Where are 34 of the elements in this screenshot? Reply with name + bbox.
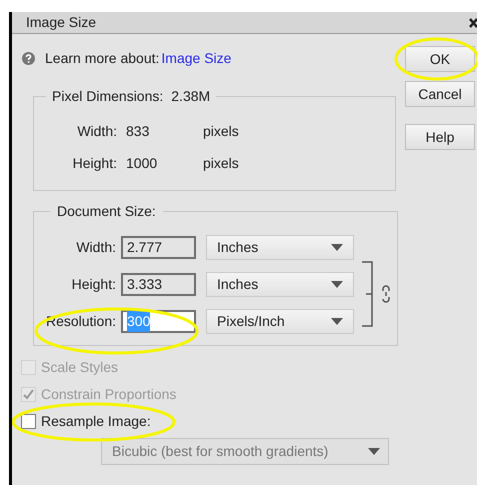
link-bracket-icon[interactable] xyxy=(362,261,392,327)
group-title: Pixel Dimensions: xyxy=(52,87,164,105)
caret-icon xyxy=(331,281,343,288)
unit-dropdown[interactable]: Inches xyxy=(206,235,354,260)
checkbox-label: Resample Image: xyxy=(41,412,151,431)
number-field[interactable]: 3.333 xyxy=(121,273,196,296)
pixel-value: 833 xyxy=(125,122,150,140)
number-field[interactable]: 2.777 xyxy=(121,236,196,259)
field-label: Width: xyxy=(76,122,117,140)
checkbox-label: Scale Styles xyxy=(41,358,118,377)
dialog-button[interactable]: Cancel xyxy=(405,81,475,107)
close-icon[interactable] xyxy=(469,18,477,28)
learn-more-label: Learn more about: xyxy=(45,49,160,68)
caret-icon xyxy=(368,448,380,455)
unit-label: pixels xyxy=(203,154,239,173)
field-label: Width: xyxy=(75,238,116,257)
unit-dropdown[interactable]: Inches xyxy=(206,272,354,297)
field-label: Resolution: xyxy=(44,312,116,331)
field-label: Height: xyxy=(72,154,117,173)
window-title: Image Size xyxy=(26,13,96,32)
caret-icon xyxy=(331,318,343,325)
field-label: Height: xyxy=(70,275,116,294)
unit-label: pixels xyxy=(203,122,239,141)
help-icon[interactable] xyxy=(22,52,35,65)
unit-dropdown[interactable]: Pixels/Inch xyxy=(206,309,354,334)
pixel-value: 1000 xyxy=(125,154,158,172)
group-title: Document Size: xyxy=(57,203,156,219)
dialog-button[interactable]: OK xyxy=(405,46,475,72)
caret-icon xyxy=(331,244,343,251)
help-link[interactable]: Image Size xyxy=(161,48,232,69)
dialog-button[interactable]: Help xyxy=(405,124,475,150)
checkbox[interactable] xyxy=(21,414,36,429)
checkbox-label: Constrain Proportions xyxy=(41,385,176,404)
pixel-dimensions-value: 2.38M xyxy=(171,87,210,105)
